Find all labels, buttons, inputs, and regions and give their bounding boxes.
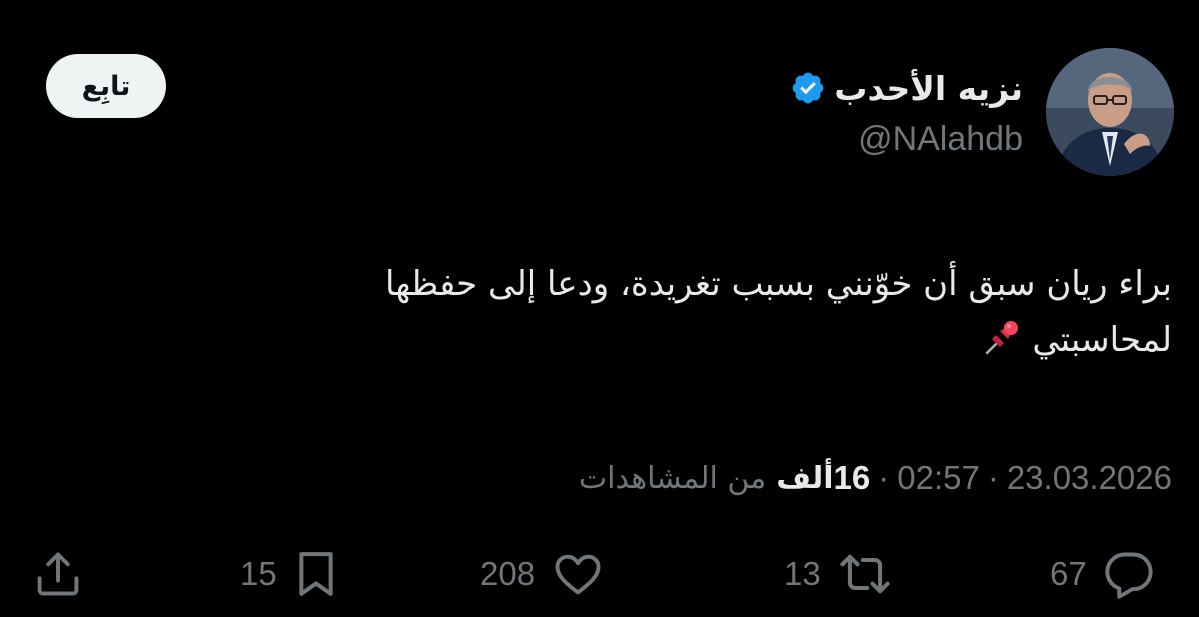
views-count[interactable]: 16 [834,459,871,497]
reply-button[interactable]: 67 [1050,548,1155,600]
bookmark-count: 15 [240,555,277,592]
bookmark-button[interactable]: 15 [240,548,339,600]
share-button[interactable] [32,548,84,600]
retweet-count: 13 [784,555,821,592]
bookmark-icon [299,552,333,596]
views-label: من المشاهدات [578,460,767,496]
tweet-meta: 23.03.2026 · 02:57 · 16 ألف من المشاهدات [579,456,1172,500]
share-icon [37,552,79,596]
tweet-time[interactable]: 02:57 [897,459,980,497]
avatar-photo [1046,48,1174,176]
views-unit: ألف [776,460,834,496]
like-button[interactable]: 208 [480,548,605,600]
like-count: 208 [480,555,536,592]
name-row: نزيه الأحدب [790,60,1023,116]
reply-icon [1105,552,1153,599]
tweet-text-line-2-text: لمحاسبتي [1032,320,1172,360]
heart-icon [555,554,601,595]
retweet-icon [840,554,890,594]
verified-badge-icon[interactable] [790,70,826,106]
tweet-text-line-2: لمحاسبتي [72,312,1172,368]
follow-button[interactable]: تابِع [46,54,166,118]
tweet-date: 23.03.2026 [1006,459,1172,496]
tweet-text: براء ريان سبق أن خوّنني بسبب تغريدة، ودع… [72,256,1172,368]
retweet-button[interactable]: 13 [784,548,893,600]
avatar[interactable] [1046,48,1174,176]
meta-separator: · [878,459,890,496]
pushpin-icon [986,321,1019,355]
tweet-text-line-1: براء ريان سبق أن خوّنني بسبب تغريدة، ودع… [385,264,1172,304]
display-name[interactable]: نزيه الأحدب [834,69,1023,108]
user-handle[interactable]: @NAlahdb [858,120,1023,159]
meta-separator: · [987,459,999,496]
reply-count: 67 [1050,555,1087,592]
